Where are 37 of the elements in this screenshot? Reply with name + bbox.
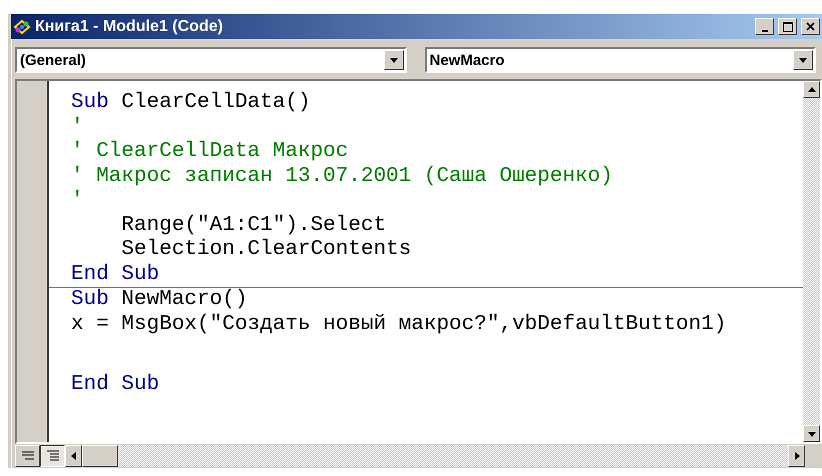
- scroll-thumb[interactable]: [82, 445, 118, 467]
- code-line: ' Макрос записан 13.07.2001 (Саша Ошеренко): [71, 164, 614, 189]
- object-dropdown[interactable]: (General): [15, 47, 406, 73]
- minimize-button[interactable]: [755, 18, 774, 35]
- window-title: Книга1 - Module1 (Code): [35, 18, 224, 36]
- procedure-dropdown[interactable]: NewMacro: [424, 47, 816, 73]
- code-line: Sub ClearCellData(): [71, 91, 312, 116]
- maximize-icon: [782, 22, 792, 32]
- code-line: Range("A1:C1").Select: [120, 214, 388, 238]
- left-arrow-icon: [68, 451, 78, 461]
- scroll-up-button[interactable]: [803, 81, 820, 98]
- close-button[interactable]: [801, 18, 820, 35]
- code-editor[interactable]: [15, 79, 822, 444]
- vertical-scrollbar[interactable]: [803, 81, 820, 442]
- scroll-right-button[interactable]: [788, 445, 805, 467]
- dropdown-arrow-icon: [798, 55, 808, 65]
- close-icon: [806, 22, 815, 31]
- procedure-view-button[interactable]: [15, 445, 40, 467]
- procedure-view-icon: [20, 450, 34, 462]
- scroll-left-button[interactable]: [65, 445, 82, 467]
- up-arrow-icon: [806, 84, 816, 94]
- horizontal-scrollbar[interactable]: [65, 445, 805, 467]
- code-line: ' ClearCellData Макрос: [71, 140, 350, 164]
- code-line: End Sub: [71, 262, 160, 287]
- vba-project-icon: [13, 18, 31, 34]
- code-line: Selection.ClearContents: [120, 238, 412, 262]
- code-line: Sub NewMacro(): [71, 288, 248, 312]
- module-view-icon: [46, 450, 60, 462]
- dropdown-arrow-icon: [388, 55, 398, 65]
- code-line: ': [71, 189, 85, 214]
- minimize-icon: [762, 30, 768, 32]
- full-module-view-button[interactable]: [40, 445, 65, 467]
- code-line: End Sub: [71, 373, 160, 398]
- scroll-down-button[interactable]: [803, 425, 820, 442]
- maximize-button[interactable]: [778, 18, 797, 35]
- code-line: x = MsgBox("Создать новый макрос?",vbDefaultButton1): [71, 312, 728, 337]
- code-line: ': [71, 116, 85, 140]
